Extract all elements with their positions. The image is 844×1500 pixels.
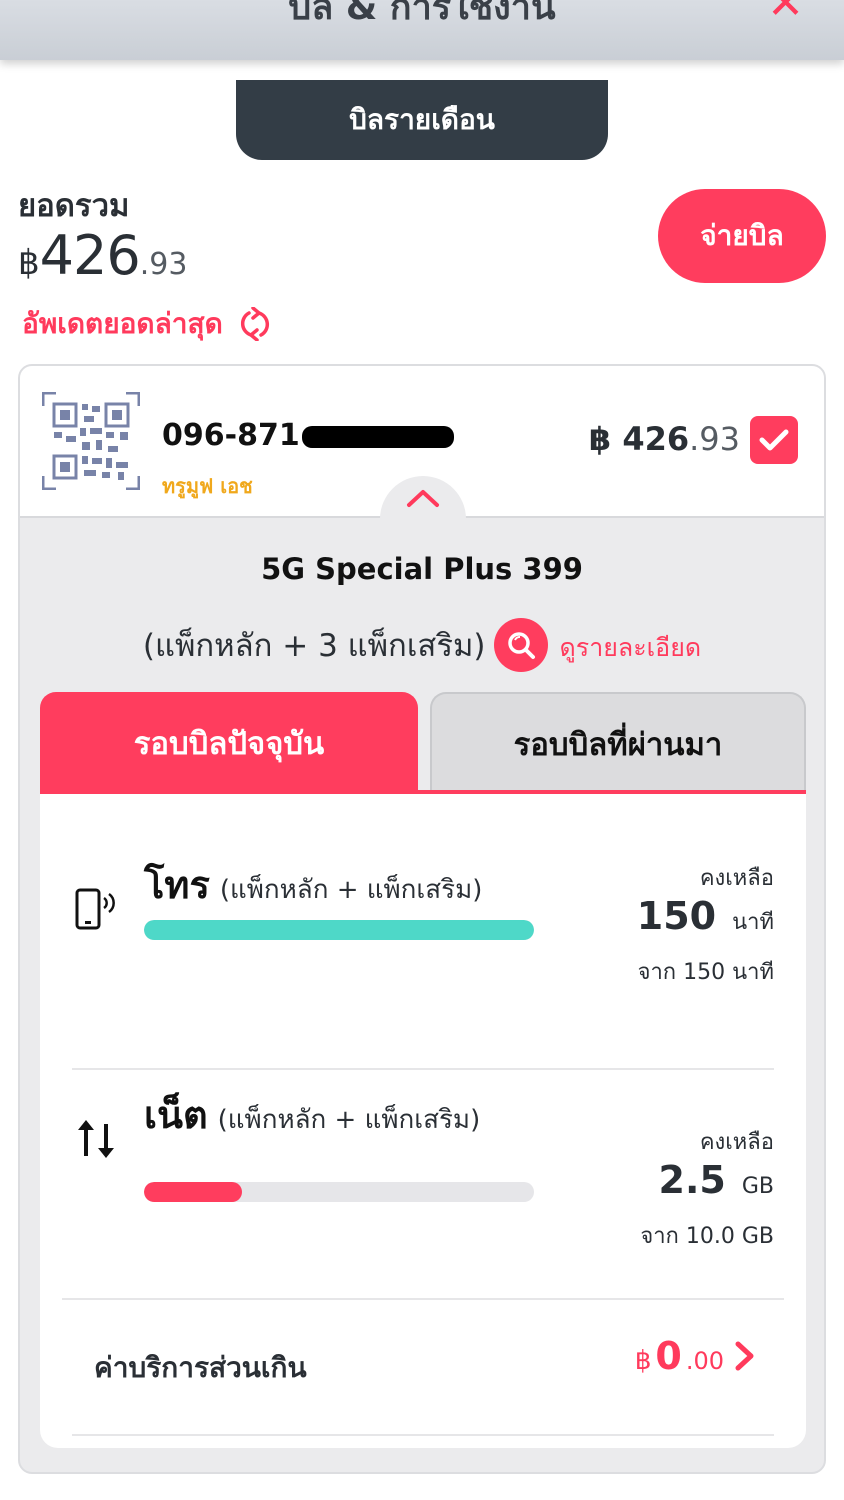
account-header: 096-871 ทรูมูฟ เอช ฿ 426.93 xyxy=(20,366,824,520)
extra-charge-integer: 0 xyxy=(655,1334,682,1378)
account-amount-integer: 426 xyxy=(622,420,690,458)
package-composition: (แพ็กหลัก + 3 แพ็กเสริม) xyxy=(142,628,486,664)
update-balance-label: อัพเดตยอดล่าสุด xyxy=(22,307,223,340)
package-name: 5G Special Plus 399 xyxy=(261,552,583,586)
data-title: เน็ต (แพ็กหลัก + แพ็กเสริม) xyxy=(144,1084,480,1145)
extra-charge-label: ค่าบริการส่วนเกิน xyxy=(94,1351,307,1384)
data-transfer-icon xyxy=(78,1120,114,1158)
extra-charge-currency: ฿ xyxy=(634,1346,652,1376)
view-details-button[interactable] xyxy=(493,618,548,672)
data-remain-label: คงเหลือ xyxy=(699,1130,774,1155)
chevron-right-icon xyxy=(735,1341,754,1371)
search-icon xyxy=(507,632,535,659)
data-subtitle: (แพ็กหลัก + แพ็กเสริม) xyxy=(217,1105,481,1135)
total-amount-integer: 426 xyxy=(39,224,141,287)
qr-code-icon[interactable] xyxy=(42,392,140,490)
total-label: ยอดรวม xyxy=(18,188,130,224)
total-amount: ฿426.93 xyxy=(18,224,187,287)
phone-number-text: 096-871 xyxy=(162,418,300,453)
collapse-toggle[interactable] xyxy=(380,476,466,520)
data-remain-value: 2.5 GB xyxy=(659,1158,774,1202)
account-amount-decimal: .93 xyxy=(689,420,740,458)
top-bar: บิล & การใช้งาน ✕ xyxy=(0,0,844,60)
tab-current-cycle[interactable]: รอบบิลปัจจุบัน xyxy=(40,692,418,794)
data-title-text: เน็ต xyxy=(144,1093,208,1137)
refresh-icon xyxy=(240,307,269,341)
data-remain-unit: GB xyxy=(741,1174,774,1199)
view-details-link[interactable]: ดูรายละเอียด xyxy=(560,628,702,668)
usage-panel-overlay: เน็ต (แพ็กหลัก + แพ็กเสริม) คงเหลือ 2.5 GB… xyxy=(40,794,806,1448)
extra-charge-button[interactable]: ฿ 0.00 xyxy=(635,1334,756,1378)
currency-symbol: ฿ xyxy=(18,243,40,283)
phone-number: 096-871 xyxy=(162,418,454,453)
data-progress-bar xyxy=(144,1182,534,1202)
select-account-checkbox[interactable] xyxy=(750,416,798,464)
close-icon[interactable]: ✕ xyxy=(767,0,804,26)
account-currency: ฿ xyxy=(588,420,612,458)
page-title: บิล & การใช้งาน xyxy=(288,0,556,28)
extra-charge-decimal: .00 xyxy=(685,1347,724,1375)
checkmark-icon xyxy=(759,429,789,451)
redacted-digits xyxy=(301,425,454,448)
package-summary: (แพ็กหลัก + 3 แพ็กเสริม) ดูรายละเอียด xyxy=(20,618,824,672)
data-total: จาก 10.0 GB xyxy=(640,1224,774,1249)
divider xyxy=(72,1068,774,1070)
account-amount: ฿ 426.93 xyxy=(589,420,740,458)
tab-monthly-bill[interactable]: บิลรายเดือน xyxy=(236,80,608,160)
pay-bill-button[interactable]: จ่ายบิล xyxy=(658,189,826,283)
brand-label: ทรูมูฟ เอช xyxy=(162,474,253,498)
divider xyxy=(62,1298,784,1300)
tab-previous-cycle[interactable]: รอบบิลที่ผ่านมา xyxy=(430,692,806,794)
update-balance-link[interactable]: อัพเดตยอดล่าสุด xyxy=(22,302,271,346)
data-progress-fill xyxy=(144,1182,242,1202)
total-amount-decimal: .93 xyxy=(139,247,188,282)
data-remain-number: 2.5 xyxy=(658,1158,726,1202)
chevron-up-icon xyxy=(407,490,439,507)
